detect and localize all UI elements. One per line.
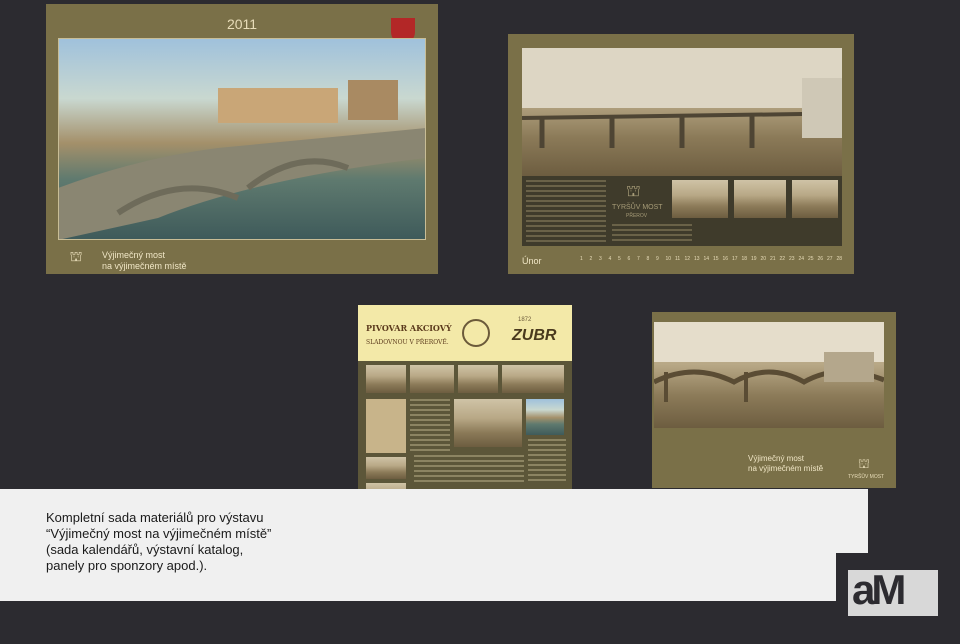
day: 24 — [798, 256, 805, 262]
day: 3 — [599, 256, 602, 262]
day: 28 — [836, 256, 843, 262]
seal-icon — [462, 319, 490, 347]
catalog-logo-text: TYRŠŮV MOST — [848, 474, 885, 480]
description-line-1: Kompletní sada materiálů pro výstavu — [46, 510, 264, 525]
text-column-1 — [526, 180, 606, 242]
feb-logo-text: TYRŠŮV MOST — [612, 204, 663, 211]
photo-2 — [410, 365, 454, 393]
caption-line1: Výjimečný most — [102, 250, 166, 260]
day: 12 — [684, 256, 691, 262]
description-text: Kompletní sada materiálů pro výstavu “Vý… — [46, 510, 271, 574]
description-line-2: “Výjimečný most na výjimečném místě” — [46, 526, 272, 541]
day: 8 — [646, 256, 650, 262]
catalog-bridge-photo — [654, 322, 884, 428]
thumb-photo-3 — [792, 180, 838, 218]
day: 6 — [627, 256, 631, 262]
brewery-title-1: PIVOVAR AKCIOVÝ — [366, 323, 452, 333]
info-strip: ⛫ TYRŠŮV MOST PŘEROV — [522, 176, 842, 246]
day: 23 — [789, 256, 795, 262]
day: 13 — [694, 256, 700, 262]
text-block-1 — [410, 399, 450, 453]
day: 22 — [779, 256, 786, 262]
day: 10 — [665, 256, 672, 262]
day: 17 — [732, 256, 738, 262]
catalog-caption-1: Výjimečný most — [748, 454, 805, 463]
bridge-photo-sepia — [522, 48, 842, 176]
day: 11 — [675, 256, 681, 262]
text-column-2 — [612, 224, 692, 242]
day: 5 — [618, 256, 621, 262]
photo-1 — [366, 365, 406, 393]
day-row: 1 2 3 4 5 6 7 8 9 10 11 12 13 14 15 16 1… — [580, 256, 846, 262]
day: 15 — [713, 256, 719, 262]
calendar-february: ⛫ TYRŠŮV MOST PŘEROV Únor 1 2 3 4 5 6 7 … — [508, 34, 854, 274]
logo-icon: ⛫ — [69, 248, 83, 264]
panel-header: PIVOVAR AKCIOVÝ SLADOVNOU V PŘEROVĚ. 187… — [358, 305, 572, 361]
day: 18 — [741, 256, 748, 262]
brewery-title-2: SLADOVNOU V PŘEROVĚ. — [366, 339, 449, 346]
day: 19 — [751, 256, 757, 262]
exhibition-catalog: Výjimečný most na výjimečném místě ⛫ TYR… — [652, 312, 896, 488]
photo-4 — [502, 365, 564, 393]
photo-5 — [454, 399, 522, 447]
catalog-caption-2: na výjimečném místě — [748, 464, 824, 473]
day: 16 — [722, 256, 729, 262]
certificate-image — [366, 399, 406, 453]
day: 9 — [656, 256, 659, 262]
day: 25 — [808, 256, 814, 262]
brand-year: 1872 — [518, 317, 532, 323]
month-label: Únor — [522, 256, 542, 266]
brand-logo: ZUBR — [512, 327, 557, 344]
feb-logo-sub: PŘEROV — [626, 213, 648, 219]
thumb-photo-1 — [672, 180, 728, 218]
catalog-logo-icon: ⛫ — [858, 456, 870, 471]
day: 20 — [760, 256, 767, 262]
logo-icon: ⛫ — [626, 183, 641, 200]
day: 7 — [637, 256, 640, 262]
caption-line2: na výjimečném místě — [102, 261, 187, 271]
photo-6 — [526, 399, 564, 435]
day: 1 — [580, 256, 583, 262]
brand-logo-block — [868, 489, 960, 553]
text-block-2 — [414, 455, 524, 483]
day: 4 — [608, 256, 612, 262]
photo-3 — [458, 365, 498, 393]
description-line-3: (sada kalendářů, výstavní katalog, — [46, 542, 244, 557]
text-block-3 — [528, 439, 566, 483]
description-line-4: panely pro sponzory apod.). — [46, 558, 208, 573]
day: 21 — [770, 256, 776, 262]
bridge-photo-color — [58, 38, 426, 240]
calendar-year: 2011 — [226, 16, 258, 32]
day: 2 — [589, 256, 593, 262]
calendar-2011: 2011 ⛫ Výjimečný most na výjimečném míst… — [46, 4, 438, 274]
day: 27 — [827, 256, 833, 262]
am-logo-text: aM — [852, 566, 906, 613]
day: 26 — [817, 256, 824, 262]
thumb-photo-2 — [734, 180, 786, 218]
photo-7 — [366, 457, 406, 479]
day: 14 — [703, 256, 710, 262]
